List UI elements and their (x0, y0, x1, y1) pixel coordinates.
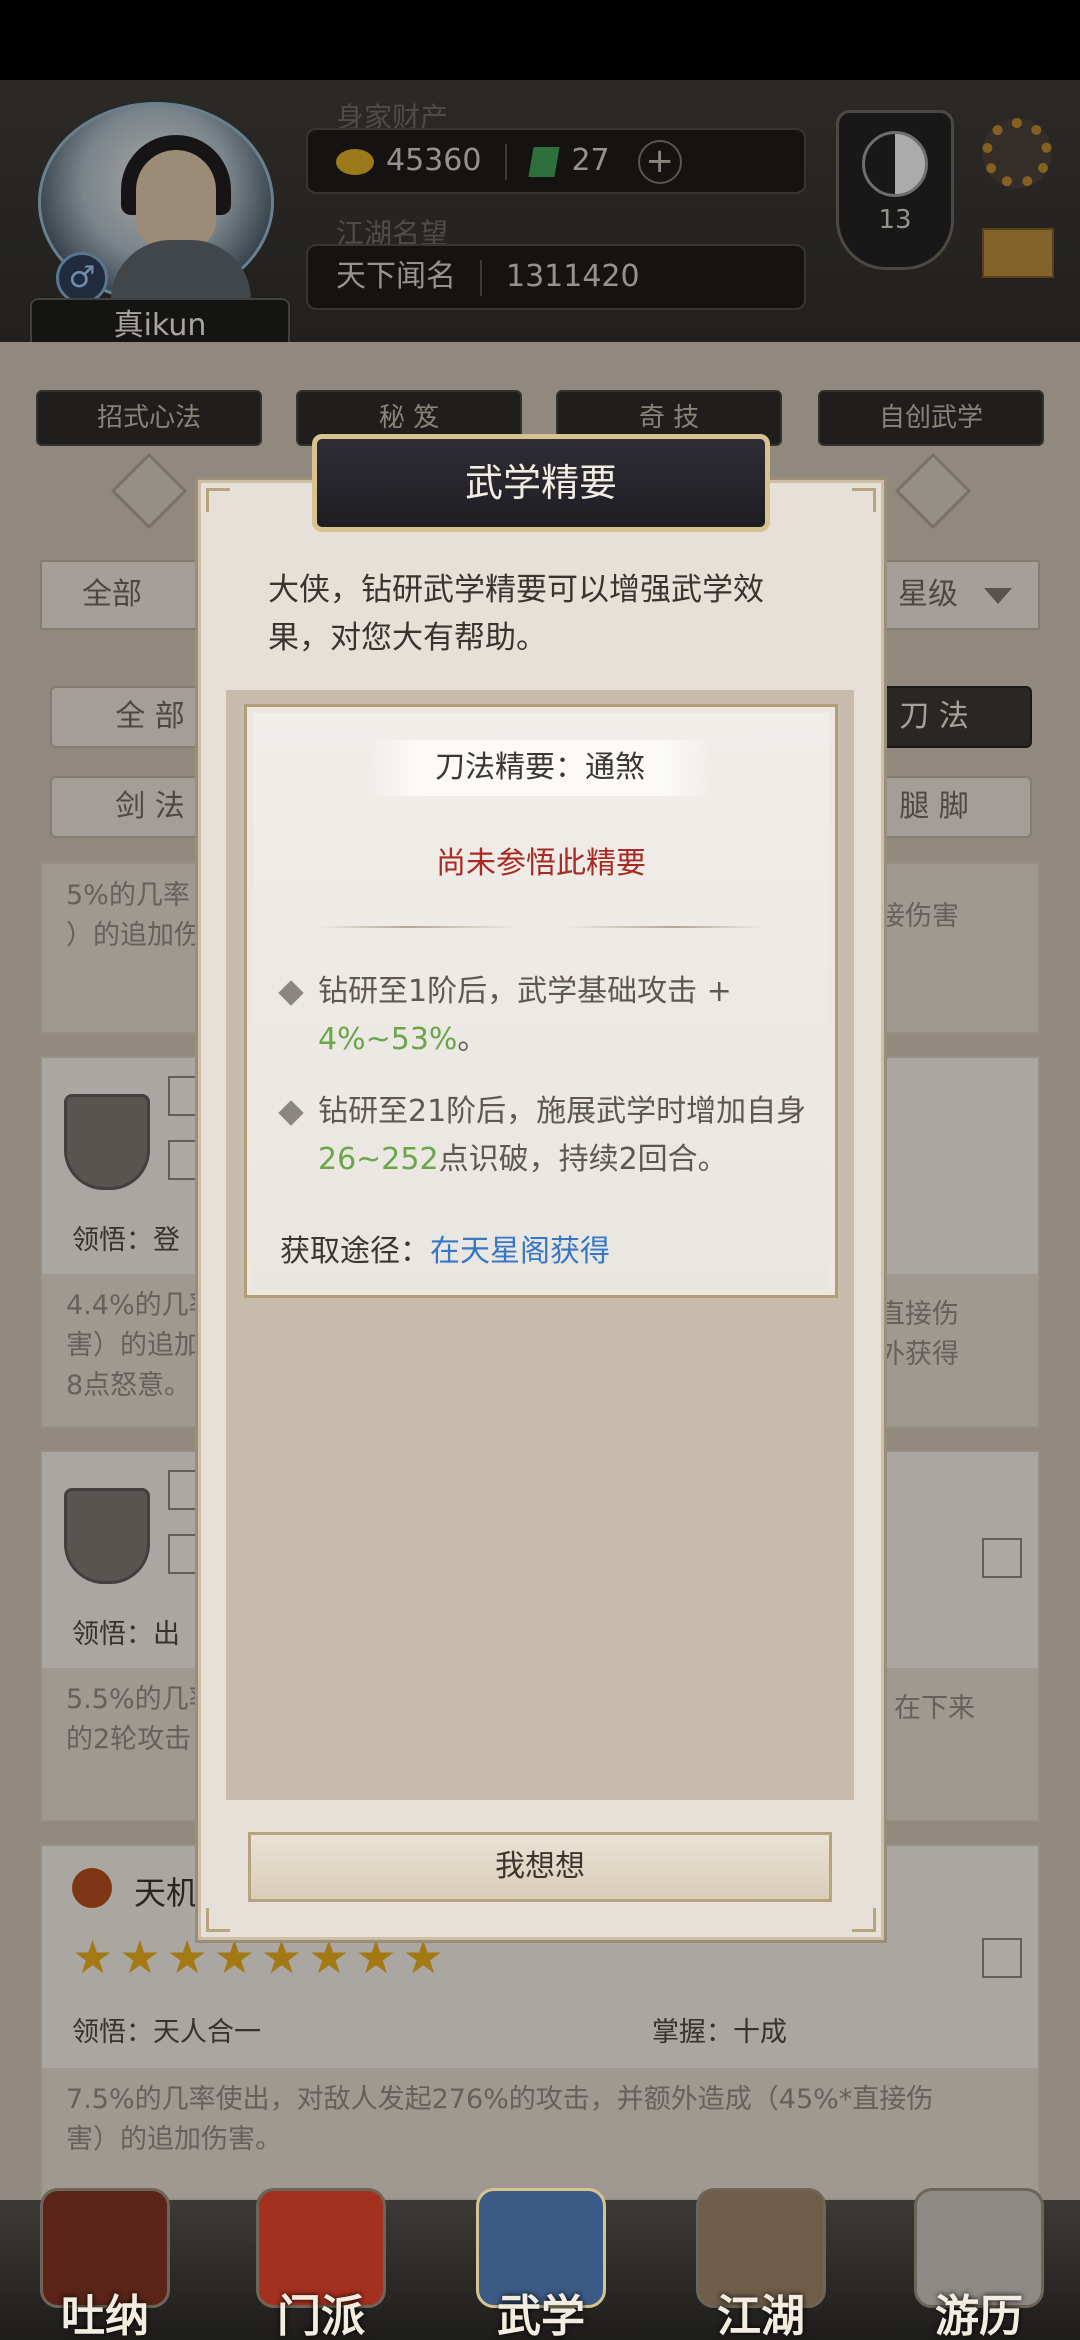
nav-sect[interactable]: 门派 (246, 2180, 396, 2340)
effect-2-suffix: 点识破，持续2回合。 (438, 1142, 728, 1177)
corner-ornament (206, 1908, 230, 1932)
corner-ornament (852, 1908, 876, 1932)
nav-label: 吐纳 (61, 2291, 149, 2340)
acquire-link[interactable]: 在天星阁获得 (430, 1234, 610, 1269)
status-bar (0, 0, 1080, 80)
nav-label: 门派 (277, 2291, 365, 2340)
nav-label: 江湖 (717, 2291, 805, 2340)
corner-ornament (206, 488, 230, 512)
effect-1-text: 钻研至1阶后，武学基础攻击 + (318, 974, 732, 1009)
essence-status: 尚未参悟此精要 (436, 846, 646, 881)
essence-name: 刀法精要：通煞 (368, 740, 712, 796)
effect-2-value: 26~252 (318, 1142, 439, 1177)
nav-jianghu[interactable]: 江湖 (686, 2180, 836, 2340)
think-button[interactable]: 我想想 (248, 1832, 832, 1902)
nav-breathing[interactable]: 吐纳 (30, 2180, 180, 2340)
effect-tier-1: 钻研至1阶后，武学基础攻击 + 4%~53%。 (278, 968, 818, 1064)
effect-2-text: 钻研至21阶后，施展武学时增加自身 (318, 1094, 807, 1129)
dialog-title: 武学精要 (312, 434, 770, 532)
nav-martial-arts[interactable]: 武学 (466, 2180, 616, 2340)
ornament-divider (318, 926, 764, 928)
effect-1-suffix: 。 (457, 1022, 488, 1057)
dialog-intro: 大侠，钻研武学精要可以增强武学效果，对您大有帮助。 (268, 572, 764, 656)
nav-label: 游历 (935, 2291, 1023, 2340)
acquire-row: 获取途径：在天星阁获得 (280, 1226, 610, 1270)
nav-label: 武学 (497, 2291, 585, 2340)
corner-ornament (852, 488, 876, 512)
nav-travel[interactable]: 游历 (904, 2180, 1054, 2340)
acquire-label: 获取途径： (280, 1234, 430, 1269)
effect-tier-21: 钻研至21阶后，施展武学时增加自身 26~252点识破，持续2回合。 (278, 1088, 818, 1184)
effect-1-value: 4%~53% (318, 1022, 458, 1057)
